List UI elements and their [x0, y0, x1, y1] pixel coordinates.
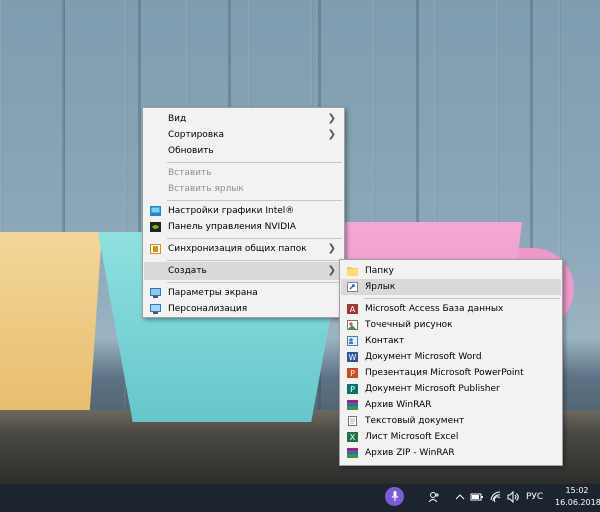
chevron-right-icon: ❯: [327, 265, 336, 276]
submenu-item-label: Лист Microsoft Excel: [365, 432, 459, 442]
create-submenu: Папку Ярлык A Microsoft Access База данн…: [339, 259, 563, 466]
submenu-item-label: Текстовый документ: [365, 416, 465, 426]
submenu-item-label: Архив ZIP - WinRAR: [365, 448, 455, 458]
publisher-icon: P: [347, 384, 358, 394]
menu-item-nvidia-panel[interactable]: Панель управления NVIDIA: [144, 219, 343, 235]
chevron-right-icon: ❯: [327, 129, 336, 140]
clock-date: 16.06.2018: [555, 498, 600, 507]
submenu-item-label: Точечный рисунок: [365, 320, 453, 330]
menu-item-sync-folders[interactable]: Синхронизация общих папок ❯: [144, 241, 343, 257]
submenu-item-label: Презентация Microsoft PowerPoint: [365, 368, 524, 378]
submenu-item-label: Microsoft Access База данных: [365, 304, 504, 314]
display-icon: [150, 288, 161, 298]
svg-text:X: X: [350, 433, 356, 442]
language-indicator[interactable]: РУС: [526, 492, 543, 502]
menu-separator: [167, 282, 342, 283]
menu-item-personalization[interactable]: Персонализация: [144, 301, 343, 317]
menu-item-label: Панель управления NVIDIA: [168, 222, 296, 232]
submenu-item-label: Документ Microsoft Publisher: [365, 384, 500, 394]
menu-item-label: Вставить ярлык: [168, 184, 244, 194]
chevron-up-icon[interactable]: [455, 491, 465, 506]
svg-text:P: P: [350, 385, 355, 394]
svg-text:P: P: [350, 369, 355, 378]
svg-text:W: W: [349, 353, 357, 362]
desktop-context-menu: Вид ❯ Сортировка ❯ Обновить Вставить Вст…: [142, 107, 345, 318]
menu-item-label: Синхронизация общих папок: [168, 244, 307, 254]
menu-item-view[interactable]: Вид ❯: [144, 111, 343, 127]
menu-item-label: Персонализация: [168, 304, 248, 314]
text-document-icon: [348, 416, 357, 426]
excel-icon: X: [347, 432, 358, 442]
svg-text:A: A: [350, 305, 356, 314]
submenu-item-label: Контакт: [365, 336, 405, 346]
volume-icon[interactable]: [507, 490, 520, 506]
clock-time: 15:02: [565, 486, 589, 495]
powerpoint-icon: P: [347, 368, 358, 378]
submenu-item-winrar-zip[interactable]: Архив ZIP - WinRAR: [341, 445, 561, 461]
shortcut-icon: [347, 282, 358, 292]
menu-item-label: Вид: [168, 114, 187, 124]
menu-separator: [364, 298, 560, 299]
submenu-item-label: Папку: [365, 266, 394, 276]
submenu-item-powerpoint[interactable]: P Презентация Microsoft PowerPoint: [341, 365, 561, 381]
chevron-right-icon: ❯: [327, 113, 336, 124]
people-icon[interactable]: [428, 491, 440, 506]
cortana-microphone-button[interactable]: [385, 487, 404, 506]
menu-item-label: Параметры экрана: [168, 288, 258, 298]
battery-icon[interactable]: [470, 491, 484, 506]
access-icon: A: [347, 304, 358, 314]
sync-icon: [150, 244, 161, 254]
submenu-item-access-db[interactable]: A Microsoft Access База данных: [341, 301, 561, 317]
wallpaper-cup-yellow: [0, 232, 102, 410]
wifi-icon[interactable]: [490, 491, 502, 506]
submenu-item-bitmap[interactable]: Точечный рисунок: [341, 317, 561, 333]
submenu-item-excel[interactable]: X Лист Microsoft Excel: [341, 429, 561, 445]
menu-item-paste-shortcut[interactable]: Вставить ярлык: [144, 181, 343, 197]
submenu-item-label: Архив WinRAR: [365, 400, 432, 410]
submenu-item-publisher[interactable]: P Документ Microsoft Publisher: [341, 381, 561, 397]
menu-item-label: Сортировка: [168, 130, 225, 140]
menu-item-intel-graphics[interactable]: Настройки графики Intel®: [144, 203, 343, 219]
winrar-zip-icon: [347, 448, 358, 458]
submenu-item-folder[interactable]: Папку: [341, 263, 561, 279]
menu-separator: [167, 238, 342, 239]
word-icon: W: [347, 352, 358, 362]
intel-graphics-icon: [150, 206, 161, 216]
submenu-item-winrar[interactable]: Архив WinRAR: [341, 397, 561, 413]
menu-item-sort[interactable]: Сортировка ❯: [144, 127, 343, 143]
menu-item-refresh[interactable]: Обновить: [144, 143, 343, 159]
menu-item-label: Настройки графики Intel®: [168, 206, 295, 216]
menu-separator: [167, 162, 342, 163]
taskbar-clock[interactable]: 15:02 16.06.2018: [555, 485, 600, 509]
menu-item-paste[interactable]: Вставить: [144, 165, 343, 181]
menu-item-create[interactable]: Создать ❯: [144, 262, 343, 280]
menu-separator: [167, 260, 342, 261]
submenu-item-label: Ярлык: [365, 282, 396, 292]
submenu-item-word[interactable]: W Документ Microsoft Word: [341, 349, 561, 365]
menu-item-label: Обновить: [168, 146, 214, 156]
nvidia-icon: [150, 222, 161, 232]
chevron-right-icon: ❯: [327, 243, 336, 254]
menu-item-label: Вставить: [168, 168, 212, 178]
folder-icon: [347, 267, 358, 276]
personalization-icon: [150, 304, 161, 314]
bitmap-icon: [347, 320, 358, 330]
contact-icon: [347, 336, 358, 346]
submenu-item-shortcut[interactable]: Ярлык: [341, 279, 561, 295]
microphone-icon: [391, 491, 398, 501]
menu-separator: [167, 200, 342, 201]
submenu-item-label: Документ Microsoft Word: [365, 352, 482, 362]
menu-item-label: Создать: [168, 266, 207, 276]
winrar-icon: [347, 400, 358, 410]
submenu-item-contact[interactable]: Контакт: [341, 333, 561, 349]
menu-item-display-settings[interactable]: Параметры экрана: [144, 285, 343, 301]
submenu-item-text-document[interactable]: Текстовый документ: [341, 413, 561, 429]
